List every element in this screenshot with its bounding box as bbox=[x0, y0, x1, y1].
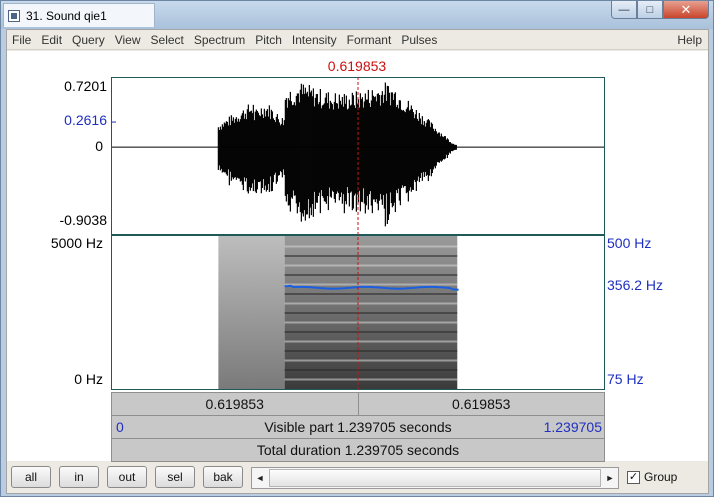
visible-end-time: 1.239705 bbox=[543, 419, 602, 435]
menu-select[interactable]: Select bbox=[146, 30, 189, 50]
minimize-button[interactable]: — bbox=[611, 1, 637, 19]
total-duration-text: Total duration 1.239705 seconds bbox=[256, 442, 460, 458]
sound-editor-plot[interactable]: 0.619853 0.7201 0.2616 0 -0.9038 5000 Hz… bbox=[7, 51, 708, 462]
close-button[interactable]: ✕ bbox=[663, 1, 709, 19]
pitch-cursor-label: 356.2 Hz bbox=[607, 277, 664, 293]
title-bar[interactable]: 31. Sound qie1 — □ ✕ bbox=[1, 1, 713, 29]
horizontal-scrollbar[interactable]: ◄ ► bbox=[251, 467, 619, 489]
cursor-time-label: 0.619853 bbox=[327, 58, 387, 74]
spectrogram-fmin-label: 0 Hz bbox=[74, 371, 103, 387]
praat-sound-window: 31. Sound qie1 — □ ✕ File Edit Query Vie… bbox=[0, 0, 714, 497]
window-controls: — □ ✕ bbox=[611, 1, 709, 19]
menu-formant[interactable]: Formant bbox=[342, 30, 397, 50]
zoom-all-button[interactable]: all bbox=[11, 466, 51, 488]
menu-pulses[interactable]: Pulses bbox=[396, 30, 442, 50]
scroll-left-arrow-icon[interactable]: ◄ bbox=[252, 468, 268, 488]
time-after-cursor[interactable]: 0.619853 bbox=[359, 393, 605, 415]
client-area: File Edit Query View Select Spectrum Pit… bbox=[6, 29, 709, 494]
group-checkbox[interactable]: ✓ bbox=[627, 470, 640, 484]
menu-edit[interactable]: Edit bbox=[36, 30, 67, 50]
menu-pitch[interactable]: Pitch bbox=[250, 30, 287, 50]
title-tab: 31. Sound qie1 bbox=[3, 3, 155, 27]
menu-spectrum[interactable]: Spectrum bbox=[189, 30, 250, 50]
maximize-button[interactable]: □ bbox=[637, 1, 663, 19]
window-title: 31. Sound qie1 bbox=[26, 8, 107, 23]
menu-view[interactable]: View bbox=[110, 30, 146, 50]
group-checkbox-wrap[interactable]: ✓ Group bbox=[627, 470, 677, 484]
waveform-ymax-label: 0.7201 bbox=[64, 78, 107, 94]
menu-bar: File Edit Query View Select Spectrum Pit… bbox=[7, 30, 708, 50]
time-before-cursor[interactable]: 0.619853 bbox=[112, 393, 359, 415]
spectrogram-panel[interactable] bbox=[111, 235, 605, 390]
praat-app-icon bbox=[8, 9, 20, 22]
visible-start-time: 0 bbox=[116, 419, 124, 435]
zoom-back-button[interactable]: bak bbox=[203, 466, 243, 488]
scroll-thumb[interactable] bbox=[269, 469, 601, 487]
menu-file[interactable]: File bbox=[7, 30, 36, 50]
spectrogram-graph bbox=[218, 236, 459, 389]
menu-intensity[interactable]: Intensity bbox=[287, 30, 342, 50]
bottom-toolbar: all in out sel bak ◄ ► ✓ Group bbox=[7, 462, 708, 493]
waveform-cursor-value-label: 0.2616 bbox=[64, 112, 107, 128]
spectrogram-fricative-region bbox=[218, 236, 285, 389]
visible-part-bar[interactable]: 0 Visible part 1.239705 seconds 1.239705 bbox=[111, 415, 605, 439]
waveform-ymin-label: -0.9038 bbox=[59, 212, 107, 228]
pitch-min-label: 75 Hz bbox=[607, 371, 644, 387]
zoom-in-button[interactable]: in bbox=[59, 466, 99, 488]
waveform-panel[interactable] bbox=[111, 77, 605, 235]
waveform-samples bbox=[217, 82, 457, 227]
spectrogram-harmonics bbox=[284, 245, 458, 381]
zoom-selection-button[interactable]: sel bbox=[155, 466, 195, 488]
menu-query[interactable]: Query bbox=[67, 30, 110, 50]
scroll-right-arrow-icon[interactable]: ► bbox=[602, 468, 618, 488]
zoom-out-button[interactable]: out bbox=[107, 466, 147, 488]
waveform-zero-label: 0 bbox=[95, 138, 103, 154]
menu-help[interactable]: Help bbox=[677, 30, 702, 50]
pitch-max-label: 500 Hz bbox=[607, 235, 652, 251]
visible-part-text: Visible part 1.239705 seconds bbox=[264, 419, 452, 435]
spectrogram-fmax-label: 5000 Hz bbox=[50, 235, 103, 251]
cursor-time-bar[interactable]: 0.619853 0.619853 bbox=[111, 392, 605, 416]
total-duration-bar[interactable]: Total duration 1.239705 seconds bbox=[111, 438, 605, 462]
waveform-graph bbox=[112, 82, 604, 227]
group-label: Group bbox=[644, 470, 678, 484]
